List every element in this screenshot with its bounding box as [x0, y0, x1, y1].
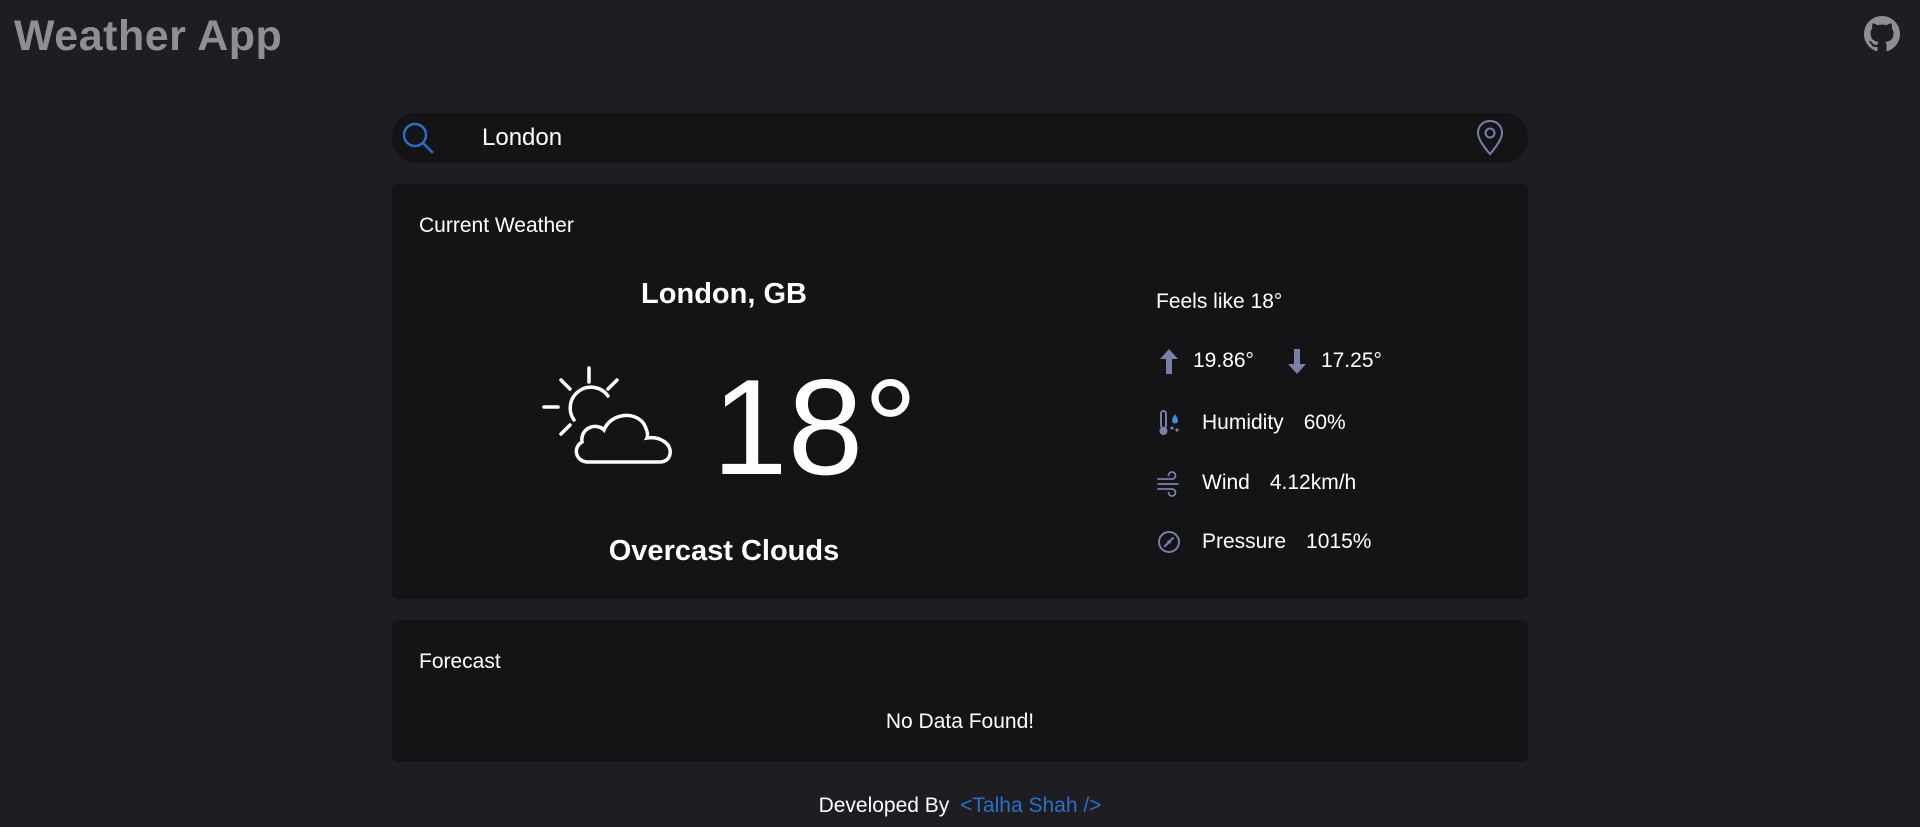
- app-title: Weather App: [14, 12, 283, 60]
- humidity-label: Humidity: [1202, 411, 1284, 434]
- humidity-icon: [1159, 410, 1179, 435]
- pressure-label: Pressure: [1202, 530, 1287, 553]
- city-name: London, GB: [641, 278, 807, 310]
- footer: Developed By <Talha Shah />: [0, 794, 1920, 818]
- location-pin-icon[interactable]: [1474, 118, 1506, 158]
- search-icon[interactable]: [400, 120, 436, 156]
- github-link[interactable]: [1864, 16, 1900, 52]
- search-bar: [392, 112, 1528, 164]
- current-weather-title: Current Weather: [419, 214, 574, 237]
- wind-label: Wind: [1202, 471, 1250, 494]
- pressure-value: 1015%: [1306, 530, 1372, 553]
- current-weather-card: Current Weather London, GB 18° Overcast …: [392, 184, 1528, 599]
- weather-details: Feels like 18° 19.86° 17.25° Humidity 60…: [1156, 184, 1516, 599]
- forecast-title: Forecast: [419, 650, 501, 673]
- feels-like: Feels like 18°: [1156, 290, 1283, 313]
- author-link[interactable]: <Talha Shah />: [960, 794, 1101, 817]
- max-temp: 19.86°: [1193, 349, 1254, 372]
- search-input[interactable]: [480, 112, 1474, 164]
- wind-value: 4.12km/h: [1269, 471, 1357, 494]
- min-temp: 17.25°: [1320, 349, 1382, 372]
- temperature: 18°: [712, 351, 918, 503]
- footer-prefix: Developed By: [818, 794, 950, 817]
- pressure-gauge-icon: [1158, 531, 1180, 553]
- arrow-up-icon: [1160, 349, 1178, 374]
- pressure-row: Pressure 1015%: [1156, 527, 1371, 557]
- github-icon: [1864, 16, 1900, 52]
- partly-cloudy-icon: [542, 366, 672, 464]
- wind-icon: [1157, 471, 1179, 497]
- wind-row: Wind 4.12km/h: [1156, 468, 1356, 498]
- weather-description: Overcast Clouds: [608, 535, 840, 567]
- arrow-down-icon: [1287, 349, 1306, 374]
- humidity-row: Humidity 60%: [1156, 408, 1346, 438]
- humidity-value: 60%: [1303, 411, 1346, 434]
- min-max-row: 19.86° 17.25°: [1156, 346, 1382, 376]
- forecast-empty-message: No Data Found!: [885, 710, 1035, 733]
- forecast-card: Forecast No Data Found!: [392, 620, 1528, 762]
